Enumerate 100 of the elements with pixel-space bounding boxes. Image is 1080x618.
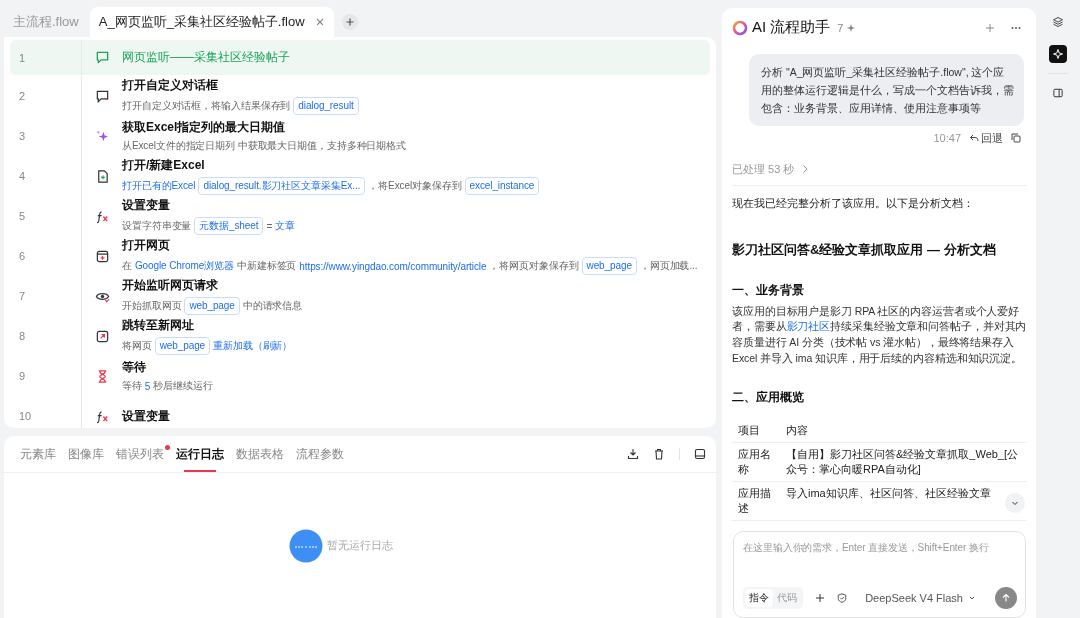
variable-tag[interactable]: dialog_result <box>293 97 359 115</box>
step-row[interactable]: 8 跳转至新网址 将网页 web_page 重新加载（刷新） <box>10 316 710 356</box>
step-row[interactable]: 5 设置变量 设置字符串变量 元数据_sheet = 文章 <box>10 196 710 236</box>
sparkle-icon <box>94 128 110 144</box>
description-text: 等待 <box>122 379 142 393</box>
column-header: 内容 <box>780 419 1027 443</box>
mode-toggle[interactable]: 指令 <box>745 589 773 607</box>
line-number: 4 <box>10 156 82 196</box>
copy-icon[interactable] <box>1011 133 1021 144</box>
message-input[interactable]: 在这里输入你的需求，Enter 直接发送，Shift+Enter 换行 指令 代码 DeepSeek V4 Flash <box>733 531 1026 618</box>
description-text: 从Excel文件的指定日期列 中获取最大日期值，支持多种日期格式 <box>122 139 407 153</box>
step-title: 设置变量 <box>122 407 171 425</box>
description-text: 中新建标签页 <box>236 259 297 273</box>
variable-tag[interactable]: excel_instance <box>464 177 540 195</box>
panel-tab[interactable]: 流程参数 <box>290 436 350 472</box>
value-link[interactable]: Google Chrome浏览器 <box>134 259 234 273</box>
revert-button[interactable]: 回退 <box>969 130 1003 146</box>
file-tab[interactable]: A_网页监听_采集社区经验帖子.flow <box>89 7 334 37</box>
step-title: 设置变量 <box>122 197 171 214</box>
response-text: 现在我已经完整分析了该应用。以下是分析文档： <box>732 195 975 211</box>
add-tab-icon[interactable] <box>341 14 358 30</box>
line-number: 2 <box>10 76 82 116</box>
empty-message: 暂无运行日志 <box>327 538 393 553</box>
step-row[interactable]: 9 等待 等待 5 秒后继续运行 <box>10 356 710 396</box>
description-text: 设置字符串变量 <box>122 219 192 233</box>
variable-tag[interactable]: web_page <box>184 297 240 315</box>
file-tab[interactable]: 主流程.flow <box>4 7 88 37</box>
value-link[interactable]: 5 <box>144 380 151 392</box>
close-icon[interactable] <box>314 17 325 27</box>
line-number: 9 <box>10 356 82 396</box>
step-row[interactable]: 3 获取Excel指定列的最大日期值 从Excel文件的指定日期列 中获取最大日期值，支持多种日期格式 <box>10 116 710 156</box>
sparkle-icon[interactable] <box>1049 45 1067 63</box>
panel-toggle-icon[interactable] <box>694 448 706 460</box>
value-link[interactable]: https://www.yingdao.com/community/article <box>299 260 487 272</box>
function-icon <box>94 408 110 424</box>
line-number: 8 <box>10 316 82 356</box>
section-heading: 一、业务背景 <box>732 281 805 299</box>
line-number: 3 <box>10 116 82 156</box>
step-row[interactable]: 1 网页监听——采集社区经验帖子 <box>10 40 710 75</box>
ring-logo-icon <box>732 19 748 36</box>
description-text: 在 <box>122 259 132 273</box>
paragraph: 该应用的目标用户是影刀 RPA 社区的内容运营者或个人爱好者，需要从影刀社区持续采集经验文章和问答帖子，并对其内容质量进行 AI 分类（技术帖 vs 灌水帖），最终将结果存入 Excel 并导入 ima 知识库，用于后续的内容精选和知识沉淀。 <box>732 303 1027 366</box>
count-label: 7 <box>837 21 844 34</box>
download-icon[interactable] <box>627 448 639 460</box>
variable-tag[interactable]: web_page <box>154 337 211 355</box>
mode-toggle[interactable]: 代码 <box>773 589 801 607</box>
send-button[interactable] <box>995 587 1017 609</box>
line-number: 1 <box>10 40 82 75</box>
panel-title: AI 流程助手 <box>752 18 831 38</box>
arrow-up-icon <box>1001 593 1011 603</box>
document-title: 影刀社区问答&经验文章抓取应用 — 分析文档 <box>732 240 997 259</box>
message-time: 10:47 <box>933 132 961 145</box>
step-title: 等待 <box>122 359 147 376</box>
description-text: ，网页加载... <box>639 259 698 273</box>
value-link[interactable]: 重新加载（刷新） <box>213 339 293 353</box>
column-header: 项目 <box>732 419 780 443</box>
trash-icon[interactable] <box>653 448 665 460</box>
comment-icon <box>94 50 110 65</box>
variable-tag[interactable]: 元数据_sheet <box>194 217 264 235</box>
table-cell: 应用名称 <box>732 442 780 482</box>
step-title: 打开自定义对话框 <box>122 77 219 94</box>
table-cell: 应用描述 <box>732 481 780 521</box>
value-link[interactable]: 打开已有的Excel <box>122 179 196 193</box>
scroll-down-button[interactable] <box>1005 493 1025 514</box>
line-number: 6 <box>10 236 82 276</box>
variable-tag[interactable]: web_page <box>581 257 637 275</box>
step-title: 跳转至新网址 <box>122 317 195 334</box>
step-title: 打开/新建Excel <box>122 157 206 174</box>
panel-tab[interactable]: 错误列表 <box>110 436 170 472</box>
description-text: 秒后继续运行 <box>153 379 213 393</box>
description-text: ，将网页对象保存到 <box>489 259 579 273</box>
section-heading: 二、应用概览 <box>732 389 805 407</box>
line-number: 5 <box>10 196 82 236</box>
description-text: 打开自定义对话框，将输入结果保存到 <box>122 99 291 113</box>
description-text: 将网页 <box>122 339 152 353</box>
step-title: 开始监听网页请求 <box>122 277 219 294</box>
jump-icon <box>94 328 110 344</box>
step-row[interactable]: 7 开始监听网页请求 开始抓取网页 web_page 中的请求信息 <box>10 276 710 316</box>
variable-tag[interactable]: dialog_result.影刀社区文章采集Ex... <box>198 177 366 195</box>
panel-tab[interactable]: 元素库 <box>14 436 62 472</box>
shield-icon[interactable] <box>837 593 847 603</box>
panel-tab[interactable]: 运行日志 <box>170 436 230 472</box>
panel-tab[interactable]: 数据表格 <box>230 436 290 472</box>
step-row[interactable]: 4 打开/新建Excel 打开已有的Excel dialog_result.影刀社区文章采集Ex... ，将Excel对象保存到 excel_instance <box>10 156 710 196</box>
step-row[interactable]: 2 打开自定义对话框 打开自定义对话框，将输入结果保存到 dialog_result <box>10 76 710 116</box>
description-text: 开始抓取网页 <box>122 299 182 313</box>
processed-toggle[interactable]: 已处理 53 秒 <box>732 145 1027 186</box>
step-row[interactable]: 6 打开网页 在 Google Chrome浏览器 中新建标签页 https://www.yingdao.com/community/article ，将网页对象保存到 web_page ，网页加载... <box>10 236 710 276</box>
panel-tab[interactable]: 图像库 <box>62 436 110 472</box>
community-link[interactable]: 影刀社区 <box>786 320 831 333</box>
browser-icon <box>94 248 110 264</box>
step-title: 网页监听——采集社区经验帖子 <box>122 49 291 66</box>
function-icon <box>94 208 110 224</box>
add-icon[interactable] <box>815 593 825 603</box>
table-cell: 【自用】影刀社区问答&经验文章抓取_Web_[公众号：掌心向暖RPA自动化] <box>780 442 1027 482</box>
step-title: 打开网页 <box>122 237 171 254</box>
value-link[interactable]: 文章 <box>275 219 295 233</box>
model-selector[interactable]: DeepSeek V4 Flash <box>859 591 983 605</box>
dialog-icon <box>94 88 110 104</box>
undo-icon <box>969 133 979 144</box>
